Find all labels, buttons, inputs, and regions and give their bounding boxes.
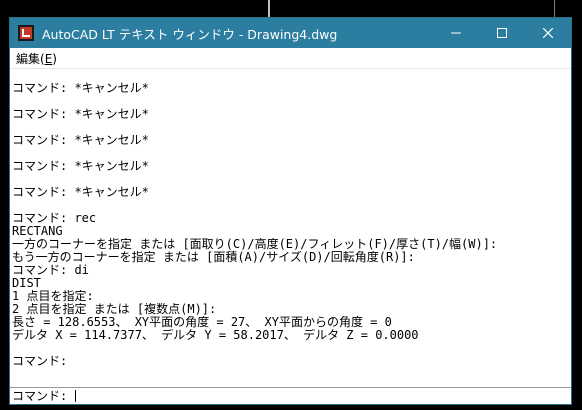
history-line <box>12 95 571 108</box>
history-line: コマンド: *キャンセル* <box>12 134 149 147</box>
history-line: もう一方のコーナーを指定 または [面積(A)/サイズ(D)/回転角度(R)]: <box>12 251 415 264</box>
history-line <box>12 342 571 355</box>
history-line <box>12 69 571 82</box>
history-line: DIST <box>12 277 41 290</box>
history-line: 2 点目を指定 または [複数点(M)]: <box>12 303 217 316</box>
history-line: 長さ = 128.6553、 XY平面の角度 = 27、 XY平面からの角度 =… <box>12 316 392 329</box>
history-line <box>12 121 571 134</box>
background-divider-2 <box>554 0 555 18</box>
title-bar[interactable]: AutoCAD LT テキスト ウィンドウ - Drawing4.dwg <box>10 18 571 48</box>
menu-edit-close: ) <box>52 51 57 66</box>
history-line: コマンド: rec <box>12 212 97 225</box>
history-line: コマンド: *キャンセル* <box>12 108 149 121</box>
command-line[interactable]: コマンド: <box>10 387 571 404</box>
history-line <box>12 173 571 186</box>
menu-item-edit[interactable]: 編集(E) <box>16 50 57 67</box>
caption-buttons <box>433 18 571 48</box>
minimize-button[interactable] <box>433 18 479 48</box>
close-icon <box>543 28 553 38</box>
maximize-button[interactable] <box>479 18 525 48</box>
minimize-icon <box>451 32 461 34</box>
history-line: デルタ X = 114.7377、 デルタ Y = 58.2017、 デルタ Z… <box>12 329 419 342</box>
history-line <box>12 199 571 212</box>
history-line <box>12 147 571 160</box>
maximize-icon <box>497 28 507 38</box>
background-divider <box>268 0 270 18</box>
history-line <box>12 368 571 381</box>
history-line: コマンド: *キャンセル* <box>12 160 149 173</box>
text-cursor <box>75 390 77 402</box>
menu-bar: 編集(E) <box>10 48 571 69</box>
history-line: RECTANG <box>12 225 63 238</box>
history-line: 一方のコーナーを指定 または [面取り(C)/高度(E)/フィレット(F)/厚さ… <box>12 238 498 251</box>
history-line: コマンド: di <box>12 264 89 277</box>
history-line: コマンド: <box>12 355 68 368</box>
command-prompt: コマンド: <box>12 389 75 403</box>
close-button[interactable] <box>525 18 571 48</box>
command-history[interactable]: コマンド: *キャンセル* コマンド: *キャンセル* コマンド: *キャンセル* コ… <box>10 69 571 387</box>
autocad-app-icon[interactable] <box>18 25 34 41</box>
history-line: コマンド: *キャンセル* <box>12 186 149 199</box>
history-line: 1 点目を指定: <box>12 290 94 303</box>
menu-edit-label: 編集( <box>16 51 45 66</box>
history-line: コマンド: *キャンセル* <box>12 82 149 95</box>
text-window: AutoCAD LT テキスト ウィンドウ - Drawing4.dwg 編集(… <box>9 17 572 405</box>
window-title: AutoCAD LT テキスト ウィンドウ - Drawing4.dwg <box>42 26 338 42</box>
